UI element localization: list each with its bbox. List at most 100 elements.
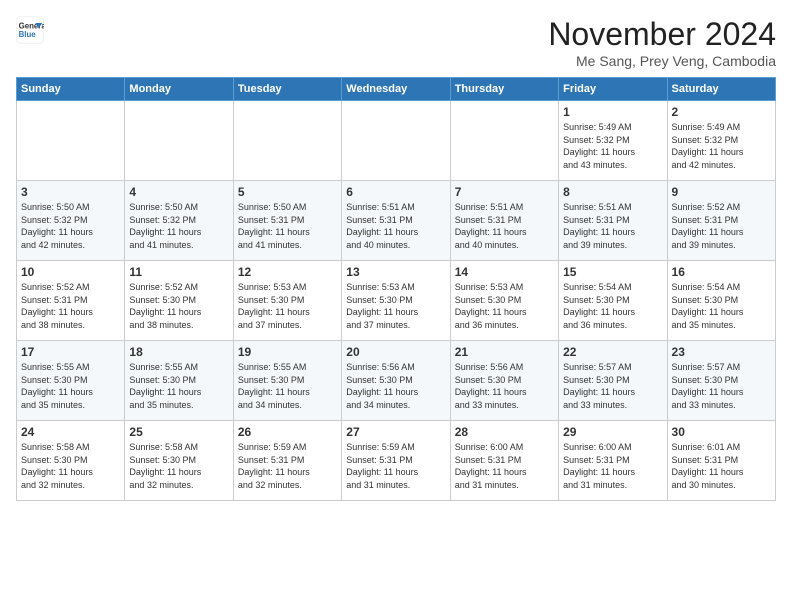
- day-info: Sunrise: 5:50 AM Sunset: 5:32 PM Dayligh…: [129, 201, 228, 251]
- logo: General Blue: [16, 16, 44, 44]
- day-number: 7: [455, 185, 554, 199]
- day-info: Sunrise: 6:00 AM Sunset: 5:31 PM Dayligh…: [563, 441, 662, 491]
- day-info: Sunrise: 5:56 AM Sunset: 5:30 PM Dayligh…: [346, 361, 445, 411]
- day-number: 11: [129, 265, 228, 279]
- weekday-header-sunday: Sunday: [17, 78, 125, 101]
- day-info: Sunrise: 5:52 AM Sunset: 5:31 PM Dayligh…: [21, 281, 120, 331]
- calendar-cell: 12 Sunrise: 5:53 AM Sunset: 5:30 PM Dayli…: [233, 261, 341, 341]
- day-number: 25: [129, 425, 228, 439]
- calendar-cell: 25 Sunrise: 5:58 AM Sunset: 5:30 PM Dayli…: [125, 421, 233, 501]
- logo-icon: General Blue: [16, 16, 44, 44]
- day-number: 14: [455, 265, 554, 279]
- day-number: 3: [21, 185, 120, 199]
- calendar-cell: 3 Sunrise: 5:50 AM Sunset: 5:32 PM Daylig…: [17, 181, 125, 261]
- calendar-cell: 6 Sunrise: 5:51 AM Sunset: 5:31 PM Daylig…: [342, 181, 450, 261]
- day-number: 19: [238, 345, 337, 359]
- day-number: 13: [346, 265, 445, 279]
- calendar-cell: 28 Sunrise: 6:00 AM Sunset: 5:31 PM Dayli…: [450, 421, 558, 501]
- day-info: Sunrise: 5:51 AM Sunset: 5:31 PM Dayligh…: [455, 201, 554, 251]
- weekday-header-saturday: Saturday: [667, 78, 775, 101]
- day-info: Sunrise: 5:57 AM Sunset: 5:30 PM Dayligh…: [563, 361, 662, 411]
- calendar-cell: 14 Sunrise: 5:53 AM Sunset: 5:30 PM Dayli…: [450, 261, 558, 341]
- day-number: 23: [672, 345, 771, 359]
- calendar-cell: 2Sunrise: 5:49 AM Sunset: 5:32 PM Daylig…: [667, 101, 775, 181]
- calendar-cell: 29 Sunrise: 6:00 AM Sunset: 5:31 PM Dayli…: [559, 421, 667, 501]
- calendar-cell: 22 Sunrise: 5:57 AM Sunset: 5:30 PM Dayli…: [559, 341, 667, 421]
- day-number: 17: [21, 345, 120, 359]
- day-number: 21: [455, 345, 554, 359]
- day-number: 18: [129, 345, 228, 359]
- calendar-cell: 13 Sunrise: 5:53 AM Sunset: 5:30 PM Dayli…: [342, 261, 450, 341]
- day-info: Sunrise: 5:51 AM Sunset: 5:31 PM Dayligh…: [346, 201, 445, 251]
- calendar-week-3: 10 Sunrise: 5:52 AM Sunset: 5:31 PM Dayli…: [17, 261, 776, 341]
- day-number: 29: [563, 425, 662, 439]
- calendar-cell: 16 Sunrise: 5:54 AM Sunset: 5:30 PM Dayli…: [667, 261, 775, 341]
- calendar-cell: 20 Sunrise: 5:56 AM Sunset: 5:30 PM Dayli…: [342, 341, 450, 421]
- day-number: 5: [238, 185, 337, 199]
- calendar-cell: 5 Sunrise: 5:50 AM Sunset: 5:31 PM Daylig…: [233, 181, 341, 261]
- day-number: 12: [238, 265, 337, 279]
- calendar-header: SundayMondayTuesdayWednesdayThursdayFrid…: [17, 78, 776, 101]
- calendar-cell: 8 Sunrise: 5:51 AM Sunset: 5:31 PM Daylig…: [559, 181, 667, 261]
- calendar-cell: 24Sunrise: 5:58 AM Sunset: 5:30 PM Dayli…: [17, 421, 125, 501]
- day-info: Sunrise: 6:00 AM Sunset: 5:31 PM Dayligh…: [455, 441, 554, 491]
- day-number: 8: [563, 185, 662, 199]
- day-info: Sunrise: 5:50 AM Sunset: 5:32 PM Dayligh…: [21, 201, 120, 251]
- day-number: 27: [346, 425, 445, 439]
- day-info: Sunrise: 5:49 AM Sunset: 5:32 PM Dayligh…: [672, 121, 771, 171]
- day-info: Sunrise: 5:57 AM Sunset: 5:30 PM Dayligh…: [672, 361, 771, 411]
- calendar-cell: 21Sunrise: 5:56 AM Sunset: 5:30 PM Dayli…: [450, 341, 558, 421]
- day-number: 1: [563, 105, 662, 119]
- day-info: Sunrise: 5:54 AM Sunset: 5:30 PM Dayligh…: [672, 281, 771, 331]
- calendar-week-1: 1 Sunrise: 5:49 AM Sunset: 5:32 PM Daylig…: [17, 101, 776, 181]
- calendar-cell: [125, 101, 233, 181]
- day-number: 20: [346, 345, 445, 359]
- day-number: 28: [455, 425, 554, 439]
- day-info: Sunrise: 5:55 AM Sunset: 5:30 PM Dayligh…: [129, 361, 228, 411]
- weekday-header-thursday: Thursday: [450, 78, 558, 101]
- day-number: 26: [238, 425, 337, 439]
- day-info: Sunrise: 5:49 AM Sunset: 5:32 PM Dayligh…: [563, 121, 662, 171]
- calendar-cell: 18 Sunrise: 5:55 AM Sunset: 5:30 PM Dayli…: [125, 341, 233, 421]
- calendar-cell: 11 Sunrise: 5:52 AM Sunset: 5:30 PM Dayli…: [125, 261, 233, 341]
- day-info: Sunrise: 5:55 AM Sunset: 5:30 PM Dayligh…: [21, 361, 120, 411]
- day-info: Sunrise: 5:55 AM Sunset: 5:30 PM Dayligh…: [238, 361, 337, 411]
- page-header: General Blue November 2024 Me Sang, Prey…: [16, 16, 776, 69]
- day-number: 10: [21, 265, 120, 279]
- weekday-header-wednesday: Wednesday: [342, 78, 450, 101]
- day-number: 4: [129, 185, 228, 199]
- weekday-header-friday: Friday: [559, 78, 667, 101]
- day-number: 15: [563, 265, 662, 279]
- day-info: Sunrise: 5:52 AM Sunset: 5:31 PM Dayligh…: [672, 201, 771, 251]
- day-info: Sunrise: 5:53 AM Sunset: 5:30 PM Dayligh…: [238, 281, 337, 331]
- day-info: Sunrise: 5:54 AM Sunset: 5:30 PM Dayligh…: [563, 281, 662, 331]
- calendar-cell: 1 Sunrise: 5:49 AM Sunset: 5:32 PM Daylig…: [559, 101, 667, 181]
- day-info: Sunrise: 6:01 AM Sunset: 5:31 PM Dayligh…: [672, 441, 771, 491]
- day-number: 9: [672, 185, 771, 199]
- calendar-cell: 17 Sunrise: 5:55 AM Sunset: 5:30 PM Dayli…: [17, 341, 125, 421]
- calendar-cell: [17, 101, 125, 181]
- day-number: 16: [672, 265, 771, 279]
- day-info: Sunrise: 5:53 AM Sunset: 5:30 PM Dayligh…: [455, 281, 554, 331]
- day-info: Sunrise: 5:53 AM Sunset: 5:30 PM Dayligh…: [346, 281, 445, 331]
- location-subtitle: Me Sang, Prey Veng, Cambodia: [548, 53, 776, 69]
- month-year-title: November 2024: [548, 16, 776, 53]
- calendar-cell: 10 Sunrise: 5:52 AM Sunset: 5:31 PM Dayli…: [17, 261, 125, 341]
- calendar-cell: 15 Sunrise: 5:54 AM Sunset: 5:30 PM Dayli…: [559, 261, 667, 341]
- calendar-week-4: 17 Sunrise: 5:55 AM Sunset: 5:30 PM Dayli…: [17, 341, 776, 421]
- weekday-header-monday: Monday: [125, 78, 233, 101]
- day-info: Sunrise: 5:51 AM Sunset: 5:31 PM Dayligh…: [563, 201, 662, 251]
- day-info: Sunrise: 5:58 AM Sunset: 5:30 PM Dayligh…: [129, 441, 228, 491]
- calendar-cell: [342, 101, 450, 181]
- day-info: Sunrise: 5:58 AM Sunset: 5:30 PM Dayligh…: [21, 441, 120, 491]
- day-info: Sunrise: 5:50 AM Sunset: 5:31 PM Dayligh…: [238, 201, 337, 251]
- day-number: 6: [346, 185, 445, 199]
- weekday-header-tuesday: Tuesday: [233, 78, 341, 101]
- day-info: Sunrise: 5:59 AM Sunset: 5:31 PM Dayligh…: [238, 441, 337, 491]
- title-block: November 2024 Me Sang, Prey Veng, Cambod…: [548, 16, 776, 69]
- calendar-cell: 30Sunrise: 6:01 AM Sunset: 5:31 PM Dayli…: [667, 421, 775, 501]
- day-info: Sunrise: 5:52 AM Sunset: 5:30 PM Dayligh…: [129, 281, 228, 331]
- day-number: 22: [563, 345, 662, 359]
- calendar-cell: 19 Sunrise: 5:55 AM Sunset: 5:30 PM Dayli…: [233, 341, 341, 421]
- calendar-cell: 23 Sunrise: 5:57 AM Sunset: 5:30 PM Dayli…: [667, 341, 775, 421]
